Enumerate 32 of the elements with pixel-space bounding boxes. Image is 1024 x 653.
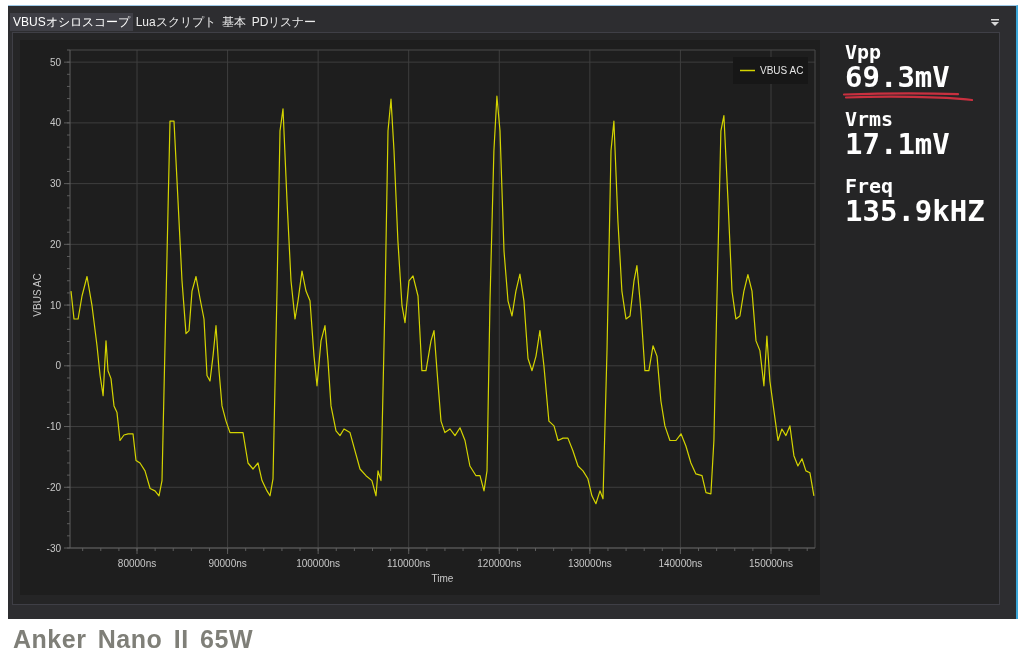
x-axis-tick-label: 150000ns xyxy=(749,558,793,569)
reading-label: Vrms xyxy=(845,109,894,129)
y-axis-tick-label: -10 xyxy=(46,421,61,433)
x-axis-tick-label: 140000ns xyxy=(658,558,703,569)
y-axis-tick-label: 10 xyxy=(49,299,61,311)
y-axis-tick-label: -20 xyxy=(46,481,61,493)
legend-label: VBUS AC xyxy=(760,65,804,76)
dropdown-arrow-icon[interactable] xyxy=(991,18,999,26)
y-axis-tick-label: 50 xyxy=(49,56,61,68)
caption-text: Anker Nano II 65W xyxy=(13,627,253,652)
y-axis-tick-label: 40 xyxy=(49,117,61,129)
x-axis-tick-label: 130000ns xyxy=(567,558,612,569)
x-axis-tick-label: 80000ns xyxy=(117,558,157,569)
x-axis-tick-label: 120000ns xyxy=(477,558,522,569)
tab[interactable]: PDリスナー xyxy=(248,13,320,31)
y-axis-tick-label: 0 xyxy=(55,360,61,372)
tab[interactable]: 基本 xyxy=(218,13,249,31)
tab[interactable]: VBUSオシロスコープ xyxy=(10,13,133,31)
reading-value: 135.9kHZ xyxy=(845,197,985,226)
x-axis-tick-label: 100000ns xyxy=(296,558,341,569)
y-axis-title: VBUS AC xyxy=(32,273,43,317)
y-axis-tick-label: -30 xyxy=(46,542,61,554)
reading-label: Vpp xyxy=(845,42,882,62)
y-axis-tick-label: 30 xyxy=(49,178,61,190)
reading-value: 17.1mV xyxy=(845,130,950,159)
x-axis-tick-label: 110000ns xyxy=(387,558,431,569)
x-axis-tick-label: 90000ns xyxy=(208,558,247,569)
tab[interactable]: Luaスクリプト xyxy=(132,13,219,31)
reading-value: 69.3mV xyxy=(845,63,950,92)
x-axis-title: Time xyxy=(431,573,454,584)
reading-label: Freq xyxy=(845,176,894,196)
y-axis-tick-label: 20 xyxy=(49,238,61,250)
